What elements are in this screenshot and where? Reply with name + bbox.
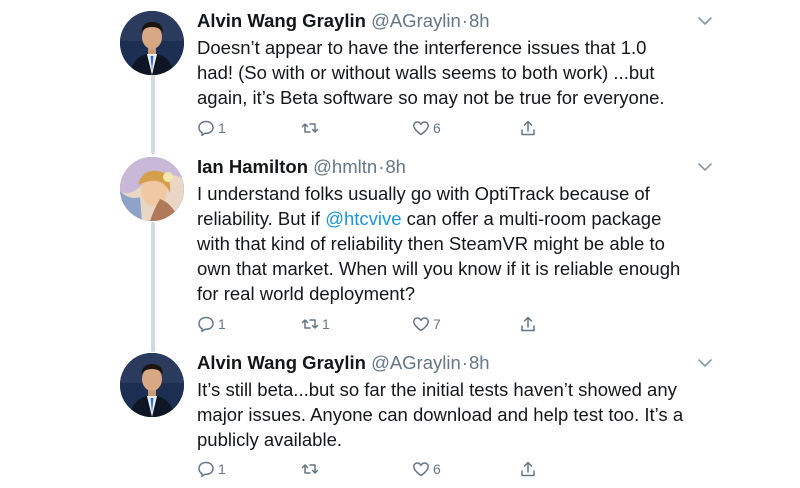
chevron-down-icon[interactable] (697, 357, 713, 369)
retweet-icon (301, 319, 319, 329)
like-count: 6 (433, 120, 441, 136)
share-button[interactable] (519, 313, 537, 335)
share-icon (521, 461, 535, 477)
author-name[interactable]: Alvin Wang Graylin (197, 10, 366, 31)
tweet-header: Alvin Wang Graylin @AGraylin·8h (197, 9, 490, 33)
tweet-text: It’s still beta...but so far the initial… (197, 379, 684, 450)
like-button[interactable]: 7 (412, 313, 441, 335)
author-handle[interactable]: @hmltn (313, 156, 377, 177)
reply-button[interactable]: 1 (197, 458, 226, 480)
author-name[interactable]: Alvin Wang Graylin (197, 352, 366, 373)
tweet-actions: 1 6 (197, 458, 557, 480)
man-in-suit-avatar-icon (120, 11, 184, 75)
reply-icon (198, 120, 214, 137)
avatar[interactable] (120, 157, 184, 221)
reply-icon (198, 316, 214, 333)
reply-count: 1 (218, 120, 226, 136)
author-handle[interactable]: @AGraylin (371, 352, 461, 373)
tweet-header: Ian Hamilton @hmltn·8h (197, 155, 406, 179)
tweet-actions: 1 1 7 (197, 313, 557, 335)
retweet-button[interactable]: 1 (301, 313, 330, 335)
reply-count: 1 (218, 316, 226, 332)
avatar[interactable] (120, 353, 184, 417)
share-icon (521, 316, 535, 332)
separator: · (461, 352, 468, 373)
like-button[interactable]: 6 (412, 117, 441, 139)
tweet-text: Doesn’t appear to have the interference … (197, 37, 665, 108)
tweet-header: Alvin Wang Graylin @AGraylin·8h (197, 351, 490, 375)
man-in-suit-avatar-icon (120, 353, 184, 417)
chevron-down-icon[interactable] (697, 161, 713, 173)
separator: · (378, 156, 385, 177)
author-handle[interactable]: @AGraylin (371, 10, 461, 31)
heart-icon (413, 121, 429, 136)
heart-icon (413, 462, 429, 477)
avatar[interactable] (120, 11, 184, 75)
reply-button[interactable]: 1 (197, 313, 226, 335)
like-count: 7 (433, 316, 441, 332)
tweet-text: I understand folks usually go with OptiT… (197, 181, 737, 306)
tweet[interactable]: Alvin Wang Graylin @AGraylin·8h Doesn’t … (0, 9, 800, 144)
tweet-actions: 1 6 (197, 117, 557, 139)
timestamp[interactable]: 8h (385, 156, 406, 177)
like-button[interactable]: 6 (412, 458, 441, 480)
retweet-count: 1 (322, 316, 330, 332)
reply-count: 1 (218, 461, 226, 477)
retweet-button[interactable] (301, 117, 322, 139)
share-icon (521, 120, 535, 136)
like-count: 6 (433, 461, 441, 477)
retweet-button[interactable] (301, 458, 322, 480)
reply-button[interactable]: 1 (197, 117, 226, 139)
timestamp[interactable]: 8h (469, 352, 490, 373)
retweet-icon (301, 123, 319, 133)
share-button[interactable] (519, 458, 537, 480)
chevron-down-icon[interactable] (697, 15, 713, 27)
timestamp[interactable]: 8h (469, 10, 490, 31)
painted-portrait-avatar-icon (120, 157, 184, 221)
tweet[interactable]: Alvin Wang Graylin @AGraylin·8h It’s sti… (0, 351, 800, 486)
separator: · (461, 10, 468, 31)
retweet-icon (301, 464, 319, 474)
mention-link[interactable]: @htcvive (325, 208, 401, 229)
tweet[interactable]: Ian Hamilton @hmltn·8h I understand folk… (0, 155, 800, 340)
author-name[interactable]: Ian Hamilton (197, 156, 308, 177)
share-button[interactable] (519, 117, 537, 139)
heart-icon (413, 317, 429, 332)
reply-icon (198, 461, 214, 478)
